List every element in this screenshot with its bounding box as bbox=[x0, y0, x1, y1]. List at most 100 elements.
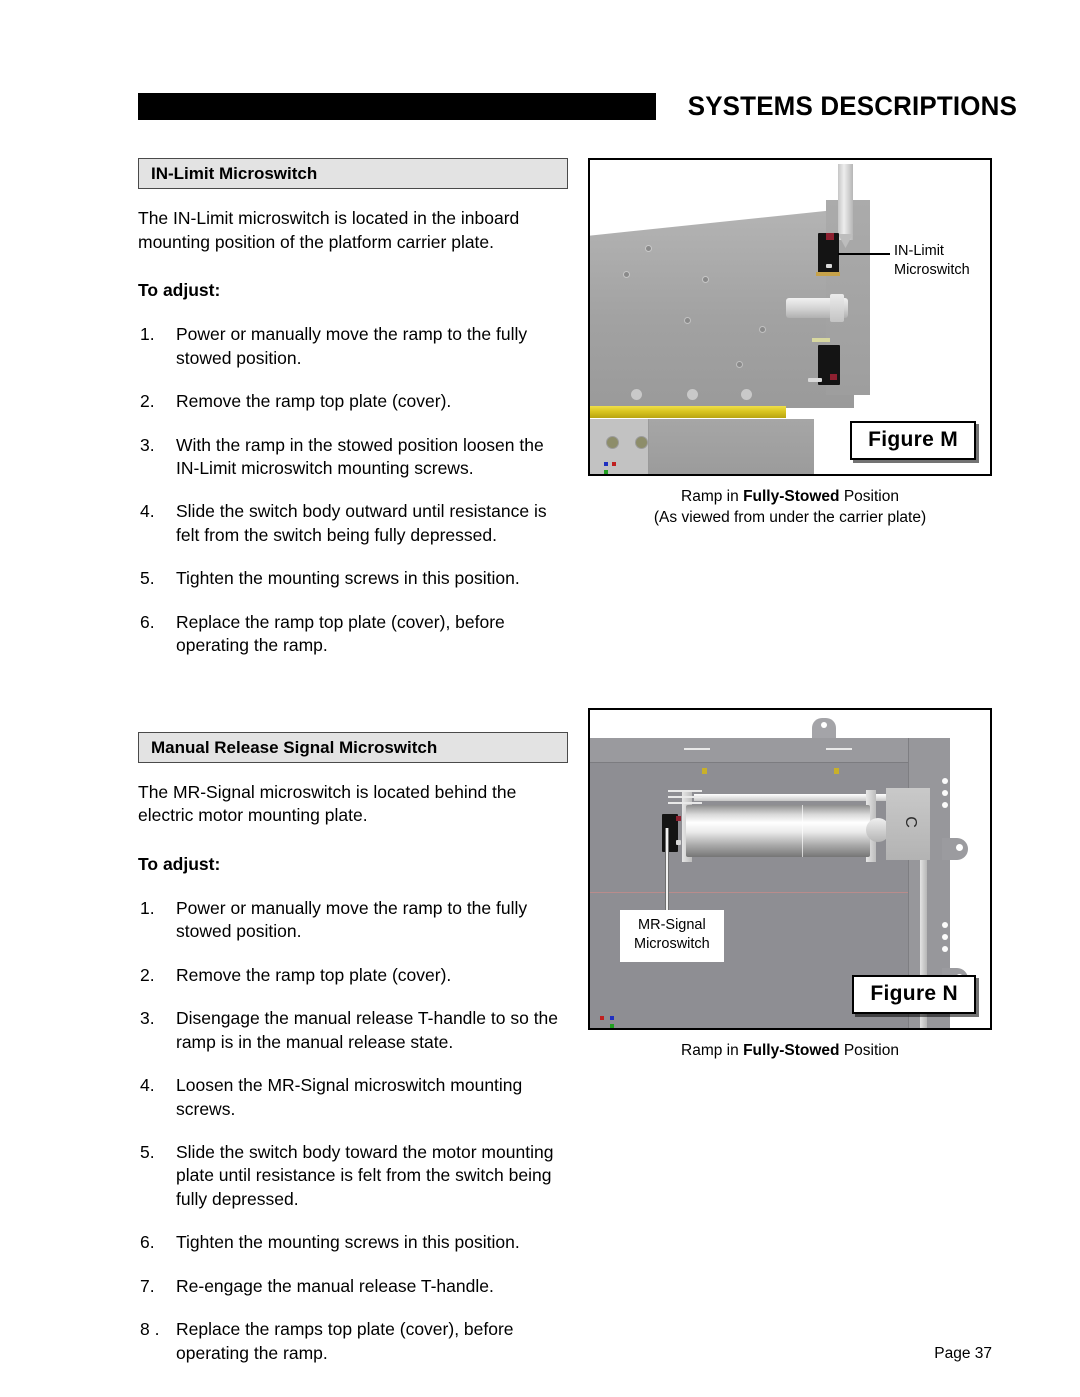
list-item: 5. Tighten the mounting screws in this p… bbox=[138, 567, 568, 590]
step-number: 5. bbox=[140, 1141, 155, 1162]
bracket-bolt bbox=[635, 436, 648, 449]
section-intro-manual-release: The MR-Signal microswitch is located beh… bbox=[138, 781, 517, 826]
steps-list-in-limit: 1. Power or manually move the ramp to th… bbox=[138, 323, 568, 657]
to-adjust-label-in-limit: To adjust: bbox=[138, 280, 221, 301]
rail-hole-dot bbox=[942, 945, 948, 952]
axis-marker-blue bbox=[604, 462, 608, 466]
wiring-harness bbox=[668, 789, 702, 792]
rail-mount-hole bbox=[956, 843, 963, 851]
caption-suffix: Position bbox=[839, 488, 899, 505]
caption-line-2: (As viewed from under the carrier plate) bbox=[653, 508, 927, 526]
caption-emphasis: Fully-Stowed bbox=[743, 488, 840, 505]
list-item: 2. Remove the ramp top plate (cover). bbox=[138, 964, 568, 987]
axis-marker-green bbox=[610, 1023, 614, 1028]
callout-line-1: IN-Limit bbox=[894, 243, 944, 259]
axis-marker-green bbox=[604, 470, 608, 474]
plate-rivet bbox=[702, 767, 707, 774]
section-heading-manual-release: Manual Release Signal Microswitch bbox=[138, 731, 568, 763]
step-text: Loosen the MR-Signal microswitch mountin… bbox=[176, 1075, 523, 1119]
plate-screw-dot bbox=[646, 246, 651, 251]
step-number: 4. bbox=[140, 501, 155, 522]
step-number: 2. bbox=[140, 964, 155, 985]
plate-screw-dot bbox=[737, 362, 742, 367]
step-number: 2. bbox=[140, 391, 155, 412]
guide-post-graphic bbox=[838, 164, 853, 240]
rail-mount-tab bbox=[942, 837, 968, 860]
callout-line-2: Microswitch bbox=[894, 261, 970, 278]
plate-screw-dot bbox=[624, 272, 629, 277]
step-text: Replace the ramp top plate (cover), befo… bbox=[176, 611, 505, 656]
wiring-harness bbox=[668, 801, 702, 804]
step-number: 3. bbox=[140, 434, 155, 455]
microswitch-lever bbox=[812, 338, 830, 342]
electric-motor-graphic bbox=[686, 804, 870, 857]
figure-m-image: IN-Limit Microswitch Figure M bbox=[588, 158, 992, 476]
actuator-shaft-graphic bbox=[694, 793, 890, 801]
caption-line-1: Ramp in Fully-Stowed Position bbox=[588, 1041, 992, 1062]
step-text: Tighten the mounting screws in this posi… bbox=[176, 568, 520, 589]
top-fastener-group bbox=[684, 747, 710, 750]
bracket-bolt bbox=[606, 436, 619, 449]
in-limit-callout-label: IN-Limit Microswitch bbox=[894, 242, 970, 280]
plate-rivet bbox=[834, 767, 839, 774]
right-figure-column: IN-Limit Microswitch Figure M Ramp in Fu… bbox=[588, 158, 992, 1062]
roller-pin-cap bbox=[830, 294, 844, 322]
callout-line-2: Microswitch bbox=[634, 936, 710, 953]
figure-n-caption: Ramp in Fully-Stowed Position bbox=[588, 1041, 992, 1062]
list-item: 4. Loosen the MR-Signal microswitch moun… bbox=[138, 1074, 568, 1121]
list-item: 6. Tighten the mounting screws in this p… bbox=[138, 1231, 568, 1254]
figure-m-caption: Ramp in Fully-Stowed Position (As viewed… bbox=[588, 487, 992, 529]
microswitch-terminal bbox=[826, 233, 834, 240]
caption-suffix: Position bbox=[839, 1041, 899, 1059]
motor-seam bbox=[802, 804, 803, 857]
microswitch-pin bbox=[676, 839, 681, 845]
list-item: 3. Disengage the manual release T-handle… bbox=[138, 1007, 568, 1054]
callout-line-1: MR-Signal bbox=[638, 916, 706, 933]
step-number: 3. bbox=[140, 1008, 155, 1029]
steps-list-manual-release: 1. Power or manually move the ramp to th… bbox=[138, 897, 568, 1365]
plate-top-tab-hole bbox=[821, 721, 827, 728]
step-number: 6. bbox=[140, 611, 155, 632]
wiring-harness bbox=[668, 795, 702, 798]
axis-marker-red bbox=[600, 1015, 604, 1020]
callout-leader-line bbox=[665, 827, 669, 914]
list-item: 3. With the ramp in the stowed position … bbox=[138, 434, 568, 481]
section-intro-in-limit: The IN-Limit microswitch is located in t… bbox=[138, 208, 520, 252]
step-number: 8 . bbox=[140, 1319, 160, 1340]
plate-fastener bbox=[740, 388, 753, 401]
list-item: 5. Slide the switch body toward the moto… bbox=[138, 1141, 568, 1211]
rail-hole-dot bbox=[942, 933, 948, 940]
list-item: 8 . Replace the ramps top plate (cover),… bbox=[138, 1318, 568, 1365]
page-footer: Page 37 bbox=[934, 1345, 992, 1362]
step-text: Slide the switch body toward the motor m… bbox=[176, 1141, 554, 1209]
axis-marker-blue bbox=[610, 1015, 614, 1020]
page-header: SYSTEMS DESCRIPTIONS bbox=[138, 88, 1017, 124]
yellow-edge-strip bbox=[590, 406, 786, 418]
figure-m-tag: Figure M bbox=[850, 421, 976, 460]
header-black-bar bbox=[138, 92, 656, 120]
caption-emphasis: Fully-Stowed bbox=[743, 1041, 840, 1059]
rail-hole-dot bbox=[942, 789, 948, 796]
gearbox-c-marking: C bbox=[901, 816, 919, 828]
page-title: SYSTEMS DESCRIPTIONS bbox=[687, 90, 1018, 121]
list-item: 6. Replace the ramp top plate (cover), b… bbox=[138, 611, 568, 658]
microswitch-lever bbox=[816, 272, 840, 276]
callout-leader-line bbox=[838, 253, 890, 255]
to-adjust-label-manual-release: To adjust: bbox=[138, 853, 221, 874]
reference-line bbox=[590, 891, 908, 893]
mr-signal-callout-label: MR-Signal Microswitch bbox=[620, 909, 724, 962]
step-text: Replace the ramps top plate (cover), bef… bbox=[176, 1319, 514, 1363]
list-item: 7. Re-engage the manual release T-handle… bbox=[138, 1275, 568, 1298]
plate-fastener bbox=[630, 388, 643, 401]
top-fastener-group bbox=[826, 747, 852, 750]
microswitch-pin bbox=[826, 264, 832, 268]
step-text: With the ramp in the stowed position loo… bbox=[176, 434, 544, 478]
plate-fastener bbox=[686, 388, 699, 401]
microswitch-terminal bbox=[676, 815, 681, 821]
step-text: Remove the ramp top plate (cover). bbox=[176, 391, 452, 412]
left-text-column: IN-Limit Microswitch The IN-Limit micros… bbox=[138, 158, 568, 1385]
plate-screw-dot bbox=[703, 277, 708, 282]
caption-line-1: Ramp in Fully-Stowed Position bbox=[588, 487, 992, 508]
step-number: 1. bbox=[140, 324, 155, 345]
microswitch-pin bbox=[808, 378, 822, 382]
